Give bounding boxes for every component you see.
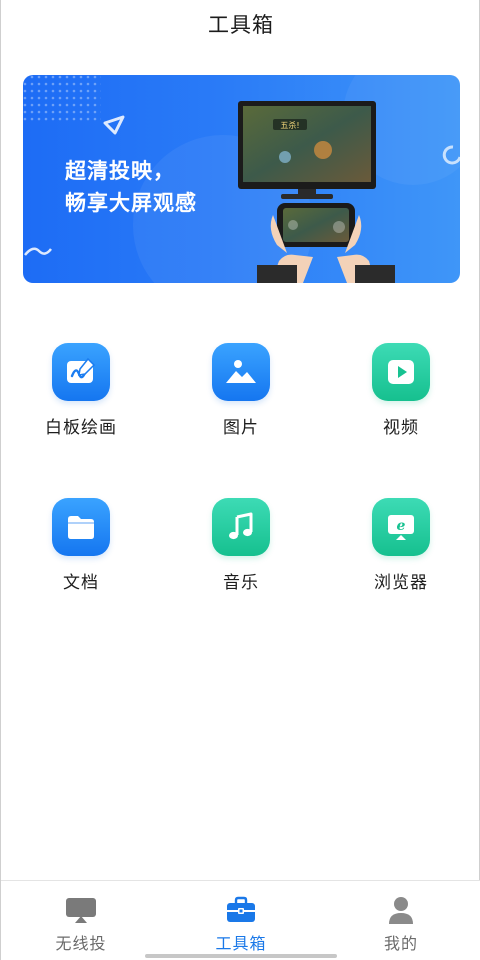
whiteboard-icon [52, 343, 110, 401]
tv-game-tag: 五杀! [280, 120, 299, 130]
tool-browser[interactable]: e 浏览器 [341, 498, 461, 608]
nav-item-wireless-cast[interactable]: 无线投 [1, 881, 161, 960]
nav-item-profile[interactable]: 我的 [321, 881, 480, 960]
bottom-navigation: 无线投 工具箱 我的 [1, 880, 480, 960]
tool-video[interactable]: 视频 [341, 343, 461, 453]
home-indicator [145, 954, 337, 958]
nav-item-toolbox[interactable]: 工具箱 [161, 881, 321, 960]
nav-label: 工具箱 [215, 934, 267, 953]
tool-label: 白板绘画 [45, 418, 117, 438]
tool-label: 文档 [63, 573, 99, 593]
nav-label: 我的 [383, 934, 418, 953]
tool-label: 视频 [383, 418, 419, 438]
video-icon [372, 343, 430, 401]
banner-line-2: 畅享大屏观感 [65, 191, 197, 215]
tool-image[interactable]: 图片 [181, 343, 301, 453]
folder-icon [52, 498, 110, 556]
tool-document[interactable]: 文档 [21, 498, 141, 608]
tool-label: 音乐 [223, 573, 259, 593]
nav-label: 无线投 [55, 934, 107, 953]
profile-icon [385, 895, 417, 925]
tool-label: 图片 [223, 418, 259, 438]
tool-label: 浏览器 [374, 573, 428, 593]
toolbox-icon [225, 895, 257, 925]
top-bar: 工具箱 [1, 0, 480, 48]
promo-banner[interactable]: 五杀! 超清投映， 畅享大屏观感 [23, 75, 460, 283]
cast-icon [65, 895, 97, 925]
browser-icon: e [372, 498, 430, 556]
music-icon [212, 498, 270, 556]
tool-music[interactable]: 音乐 [181, 498, 301, 608]
tool-whiteboard[interactable]: 白板绘画 [21, 343, 141, 453]
banner-headline: 超清投映， 畅享大屏观感 [65, 155, 197, 219]
image-icon [212, 343, 270, 401]
svg-text:e: e [397, 518, 406, 534]
page-title: 工具箱 [208, 13, 274, 37]
banner-line-1: 超清投映， [65, 159, 175, 183]
